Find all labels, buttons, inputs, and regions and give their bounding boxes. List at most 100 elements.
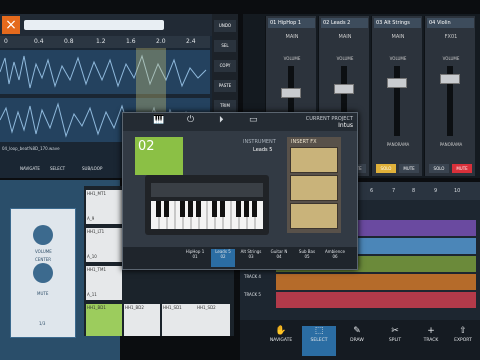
track-label[interactable]: TRACK 4 [244, 274, 261, 279]
strip-num: 05 [304, 254, 310, 259]
tool-label: DRAW [350, 338, 364, 343]
copy-button[interactable]: COPY [214, 60, 236, 72]
volume-fader[interactable] [387, 78, 407, 88]
center-label: CENTER [35, 257, 52, 262]
strip-item[interactable]: Alt Strings 03 [239, 249, 263, 267]
piano-icon[interactable]: 🎹 [153, 115, 164, 125]
ruler-label: 0 [4, 38, 8, 45]
mixer-channel-3: 03 Alt Strings MAIN VOLUME PANORAMA SOLO… [371, 16, 422, 176]
track-label[interactable]: TRACK 5 [244, 292, 261, 297]
file-selector[interactable] [24, 20, 164, 30]
pad[interactable]: HH1_BD2 [124, 304, 160, 336]
track-button[interactable]: + TRACK [414, 326, 448, 356]
pad-label: HH1_SD2 [197, 305, 216, 310]
share-icon: ⇧ [459, 326, 467, 336]
navigate-button[interactable]: ✋ NAVIGATE [264, 326, 298, 356]
select-label[interactable]: SELECT [50, 166, 65, 171]
channel-name[interactable]: 03 Alt Strings [374, 18, 421, 28]
pad[interactable]: HH1_SD2 [196, 304, 230, 336]
volume-fader[interactable] [440, 74, 460, 84]
strip-num: 01 [192, 254, 198, 259]
select-icon: ⬚ [314, 326, 324, 336]
channel-route[interactable]: MAIN [325, 34, 365, 40]
split-button[interactable]: ✂ SPLIT [378, 326, 412, 356]
pan-knob[interactable] [33, 263, 53, 283]
instrument-label: INSTRUMENT [243, 139, 276, 145]
draw-button[interactable]: ✎ DRAW [340, 326, 374, 356]
fx-slot[interactable] [290, 203, 338, 229]
strip-item[interactable]: Ambience 06 [323, 249, 347, 267]
track-region[interactable] [276, 274, 476, 290]
strip-item[interactable]: Leads 5 02 [211, 249, 235, 267]
pad-label: HH1_MT1 [87, 191, 106, 196]
page-indicator: 1/3 [39, 321, 46, 326]
pad-number: A_9 [87, 216, 95, 221]
tool-label: NAVIGATE [269, 338, 293, 343]
mute-label[interactable]: MUTE [37, 291, 48, 296]
paste-button[interactable]: PASTE [214, 80, 236, 92]
channel-name[interactable]: 01 HipHop 1 [268, 18, 315, 28]
pad[interactable]: HH1_MT1 A_9 [86, 190, 122, 224]
trim-button[interactable]: TRIM [214, 100, 236, 112]
close-icon[interactable]: × [2, 16, 20, 34]
solo-button[interactable]: SOLO [429, 164, 449, 173]
strip-num: 06 [332, 254, 338, 259]
fx-slot[interactable] [290, 147, 338, 173]
pad-number: A_11 [87, 292, 97, 297]
solo-button[interactable]: SOLO [376, 164, 396, 173]
tool-label: EXPORT [454, 338, 472, 343]
export-button[interactable]: ⇧ EXPORT [446, 326, 480, 356]
pad[interactable]: HH1_LT1 A_10 [86, 228, 122, 262]
select-button[interactable]: SEL [214, 40, 236, 52]
pad[interactable]: HH1_BD1 [86, 304, 122, 336]
tool-label: TRACK [423, 338, 439, 343]
waveform-left[interactable] [0, 50, 210, 94]
tool-label: SPLIT [388, 338, 402, 343]
channel-route[interactable]: FX01 [431, 34, 471, 40]
ruler-label: 2.4 [186, 38, 196, 45]
strip-item[interactable]: Sub Bas 05 [295, 249, 319, 267]
navigate-label[interactable]: NAVIGATE [20, 166, 40, 171]
instrument-name: Leads 5 [253, 147, 273, 153]
mute-button[interactable]: MUTE [452, 164, 472, 173]
project-name: Intus [338, 122, 353, 129]
ruler-label: 7 [392, 188, 396, 194]
sampler-controls: VOLUME CENTER MUTE 1/3 [10, 208, 76, 338]
slot-number: 02 [135, 137, 183, 175]
plus-icon: + [427, 326, 435, 336]
file-name: 04_loop_beat%8D_170.wave [2, 146, 60, 151]
instrument-strip: HipHop 1 01 Leads 5 02 Alt Strings 03 Gu… [123, 247, 357, 269]
keyboard-icon [151, 183, 263, 229]
undo-button[interactable]: UNDO [214, 20, 236, 32]
volume-fader[interactable] [281, 88, 301, 98]
pad[interactable]: HH1_SD1 [162, 304, 198, 336]
volume-fader[interactable] [334, 84, 354, 94]
subloop-label[interactable]: SUB/LOOP [82, 166, 102, 171]
fx-slot[interactable] [290, 175, 338, 201]
fader-track [394, 66, 400, 136]
power-icon[interactable]: ⏻ [187, 115, 194, 125]
ruler-label: 2.0 [156, 38, 166, 45]
ruler-label: 9 [434, 188, 438, 194]
pad[interactable]: HH1_TM1 A_11 [86, 266, 122, 300]
insert-fx-panel: INSERT FX [287, 137, 341, 233]
volume-label: VOLUME [35, 249, 52, 254]
track-region[interactable] [276, 292, 476, 308]
bottom-toolbar: ✋ NAVIGATE ⬚ SELECT ✎ DRAW ✂ SPLIT + TRA… [240, 320, 480, 360]
pencil-icon: ✎ [353, 326, 361, 336]
keyboard-graphic[interactable] [145, 175, 269, 235]
volume-knob[interactable] [33, 225, 53, 245]
synth-icon[interactable]: ▭ [249, 115, 258, 125]
play-icon[interactable]: ⏵ [219, 115, 224, 125]
channel-route[interactable]: MAIN [272, 34, 312, 40]
volume-label: VOLUME [336, 56, 354, 61]
select-button[interactable]: ⬚ SELECT [302, 326, 336, 356]
strip-num: 02 [220, 254, 226, 259]
channel-name[interactable]: 04 Violin [427, 18, 474, 28]
mute-button[interactable]: MUTE [399, 164, 419, 173]
pad-number: A_10 [87, 254, 97, 259]
strip-item[interactable]: HipHop 1 01 [183, 249, 207, 267]
channel-route[interactable]: MAIN [378, 34, 418, 40]
channel-name[interactable]: 02 Leads 2 [321, 18, 368, 28]
strip-item[interactable]: Guitar N 04 [267, 249, 291, 267]
